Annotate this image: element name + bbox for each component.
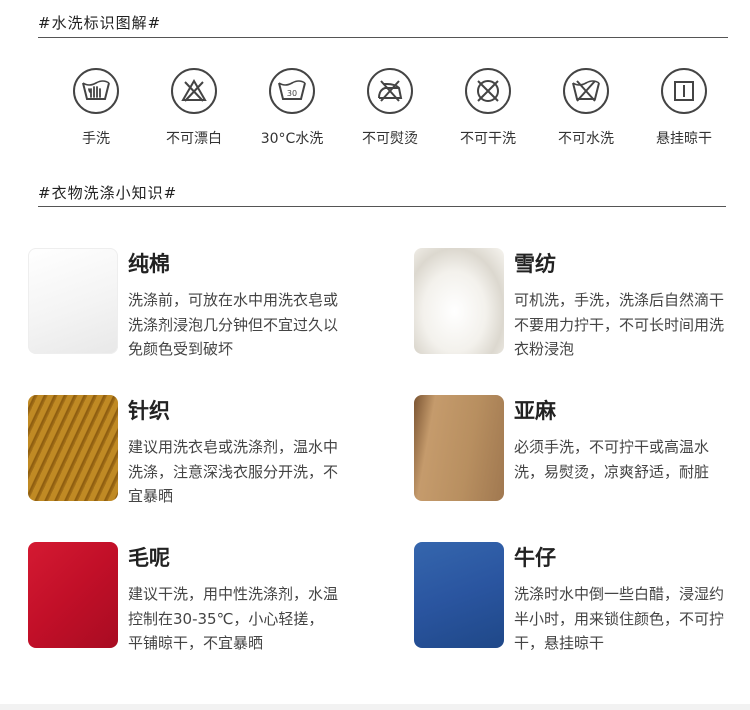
wash-icon-label: 不可漂白 <box>166 131 222 147</box>
fabric-desc: 洗涤时水中倒一些白醋，浸湿约半小时，用来锁住颜色，不可拧干，悬挂晾干 <box>514 585 725 652</box>
wash-icon-item: 悬挂晾干 <box>648 68 720 148</box>
wash-icon-item: 不可漂白 <box>158 68 230 148</box>
fabric-swatch-linen <box>414 395 504 501</box>
no-dry-clean-icon <box>465 68 511 114</box>
knowledge-section-divider <box>38 206 726 207</box>
fabric-swatch-chiffon <box>414 248 504 354</box>
fabric-swatch-denim <box>414 542 504 648</box>
wash-icon-label: 不可水洗 <box>558 131 614 147</box>
knowledge-section-title: #衣物洗涤小知识# <box>38 184 178 202</box>
footer-band <box>0 704 750 710</box>
fabric-desc: 洗涤前，可放在水中用洗衣皂或洗涤剂浸泡几分钟但不宜过久以免颜色受到破坏 <box>128 291 339 358</box>
fabric-desc: 建议干洗，用中性洗涤剂，水温控制在30-35℃，小心轻搓，平铺晾干，不宜暴晒 <box>128 585 339 652</box>
fabric-name: 牛仔 <box>514 546 556 570</box>
fabric-name: 亚麻 <box>514 399 556 423</box>
wash-temp-text: 30 <box>287 89 297 98</box>
wash-section-divider <box>38 37 728 38</box>
wash-icon-item: 不可干洗 <box>452 68 524 148</box>
hand-wash-icon <box>73 68 119 114</box>
wash-section-title: #水洗标识图解# <box>38 14 162 32</box>
fabric-desc: 必须手洗，不可拧干或高温水洗，易熨烫，凉爽舒适，耐脏 <box>514 438 710 481</box>
wash-icon-label: 不可熨烫 <box>362 131 418 147</box>
fabric-desc: 建议用洗衣皂或洗涤剂，温水中洗涤，注意深浅衣服分开洗，不宜暴晒 <box>128 438 339 505</box>
wash-icon-label: 悬挂晾干 <box>656 131 712 147</box>
wash-icon-item: 不可熨烫 <box>354 68 426 148</box>
fabric-name: 雪纺 <box>514 252 556 276</box>
hang-dry-icon <box>661 68 707 114</box>
no-iron-icon <box>367 68 413 114</box>
wash-icons-row: 手洗 不可漂白 30 30°C水洗 不可熨烫 不可干洗 不可水洗 悬挂晾干 <box>60 68 720 148</box>
no-wash-icon <box>563 68 609 114</box>
no-bleach-icon <box>171 68 217 114</box>
wash-icon-item: 不可水洗 <box>550 68 622 148</box>
wash-icon-item: 30 30°C水洗 <box>256 68 328 148</box>
fabric-desc: 可机洗，手洗，洗涤后自然滴干不要用力拧干，不可长时间用洗衣粉浸泡 <box>514 291 725 358</box>
wash-icon-label: 不可干洗 <box>460 131 516 147</box>
fabric-swatch-cotton <box>28 248 118 354</box>
fabric-swatch-knit <box>28 395 118 501</box>
wash-icon-label: 手洗 <box>82 131 110 147</box>
fabric-name: 纯棉 <box>128 252 170 276</box>
fabric-name: 针织 <box>128 399 170 423</box>
fabric-swatch-wool <box>28 542 118 648</box>
wash-icon-label: 30°C水洗 <box>260 131 324 147</box>
wash-30-icon: 30 <box>269 68 315 114</box>
wash-icon-item: 手洗 <box>60 68 132 148</box>
fabric-name: 毛呢 <box>128 546 170 570</box>
